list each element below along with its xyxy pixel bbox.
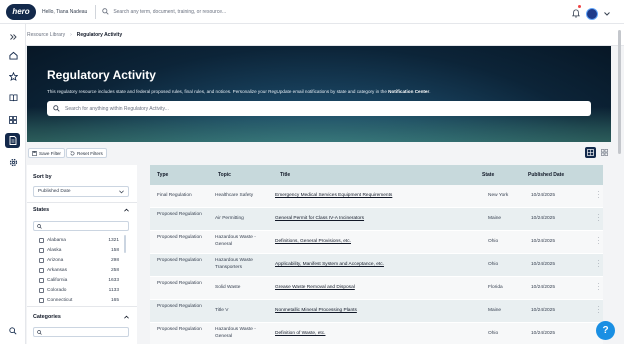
state-checkbox-item[interactable]: Arkansas 258 bbox=[39, 266, 119, 274]
categories-label: Categories bbox=[33, 314, 61, 320]
regulation-title-link[interactable]: General Permit for Class IV-A Incinerato… bbox=[275, 216, 364, 223]
breadcrumb-current: Regulatory Activity bbox=[76, 31, 123, 38]
results-table: Type Topic Title State Published Date Fi… bbox=[150, 165, 603, 344]
regulatory-search-placeholder: Search for anything within Regulatory Ac… bbox=[65, 105, 169, 112]
table-row[interactable]: Proposed Regulation Solid Waste Grease W… bbox=[150, 277, 603, 300]
gear-icon[interactable] bbox=[7, 156, 19, 168]
notification-center-link[interactable]: Notification Center bbox=[388, 89, 429, 94]
table-row[interactable]: Proposed Regulation Title V Nonmetallic … bbox=[150, 300, 603, 323]
divider bbox=[27, 202, 137, 203]
table-view-toggle[interactable] bbox=[585, 147, 596, 158]
chevron-up-icon[interactable] bbox=[124, 315, 129, 319]
home-icon[interactable] bbox=[7, 49, 19, 61]
page-title: Regulatory Activity bbox=[47, 68, 156, 82]
table-row[interactable]: Proposed Regulation Air Permitting Gener… bbox=[150, 208, 603, 231]
page-scrollbar[interactable] bbox=[618, 30, 621, 154]
header-divider bbox=[95, 4, 97, 19]
save-filter-button[interactable]: Save Filter bbox=[28, 148, 65, 158]
notifications-icon[interactable] bbox=[572, 5, 581, 23]
categories-search-input[interactable] bbox=[33, 327, 129, 337]
search-icon bbox=[102, 8, 109, 15]
state-checkbox-item[interactable]: Alabama 1321 bbox=[39, 236, 119, 244]
reset-filters-button[interactable]: Reset Filters bbox=[66, 148, 107, 158]
search-icon[interactable] bbox=[7, 325, 19, 337]
regulation-title-link[interactable]: Emergency Medical Services Equipment Req… bbox=[275, 193, 392, 200]
column-header-topic[interactable]: Topic bbox=[218, 172, 231, 178]
states-label: States bbox=[33, 207, 50, 213]
state-checkbox-item[interactable]: Colorado 1133 bbox=[39, 286, 119, 294]
table-row[interactable]: Final Regulation Healthcare Safety Emerg… bbox=[150, 185, 603, 208]
card-view-toggle[interactable] bbox=[599, 147, 610, 158]
column-header-state[interactable]: State bbox=[482, 172, 494, 178]
regulation-title-link[interactable]: Grease Waste Removal and Disposal bbox=[275, 285, 355, 292]
filter-panel: Sort by Published Date States Alabama 132… bbox=[27, 165, 137, 344]
column-header-published-date[interactable]: Published Date bbox=[528, 172, 564, 178]
row-actions-icon[interactable]: ··· bbox=[597, 281, 600, 293]
regulation-title-link[interactable]: Definitions, General Provisions, etc. bbox=[275, 239, 351, 246]
left-sidebar bbox=[0, 24, 26, 344]
breadcrumb: Resource Library › Regulatory Activity bbox=[26, 24, 624, 46]
states-scrollbar[interactable] bbox=[124, 235, 126, 253]
state-checkbox-item[interactable]: Alaska 158 bbox=[39, 246, 119, 254]
state-checkbox-item[interactable]: Arizona 298 bbox=[39, 256, 119, 264]
global-search[interactable]: Search any term, document, training, or … bbox=[102, 8, 226, 15]
checkbox[interactable] bbox=[39, 257, 44, 263]
search-icon bbox=[53, 105, 60, 112]
row-actions-icon[interactable]: ··· bbox=[597, 304, 600, 316]
column-header-title[interactable]: Title bbox=[280, 172, 290, 178]
table-row[interactable]: Proposed Regulation Hazardous Waste - Ge… bbox=[150, 323, 603, 344]
table-view-icon bbox=[587, 149, 594, 156]
save-icon bbox=[32, 150, 37, 156]
page-subtitle: This regulatory resource includes state … bbox=[47, 89, 431, 94]
chevron-right-icon: › bbox=[70, 31, 72, 38]
checkbox[interactable] bbox=[39, 267, 44, 273]
chevron-up-icon[interactable] bbox=[124, 208, 129, 212]
table-row[interactable]: Proposed Regulation Hazardous Waste - Ge… bbox=[150, 231, 603, 254]
state-checkbox-item[interactable]: California 1633 bbox=[39, 276, 119, 284]
grid-icon[interactable] bbox=[7, 114, 19, 126]
grid-view-icon bbox=[601, 149, 608, 156]
row-actions-icon[interactable]: ··· bbox=[597, 189, 600, 201]
star-icon[interactable] bbox=[7, 70, 19, 82]
checkbox[interactable] bbox=[39, 287, 44, 293]
regulatory-search-input[interactable]: Search for anything within Regulatory Ac… bbox=[47, 101, 591, 116]
user-avatar[interactable] bbox=[586, 8, 598, 20]
reset-icon bbox=[70, 150, 75, 155]
checkbox[interactable] bbox=[39, 297, 44, 303]
greeting: Hello, Tiana Nadeau bbox=[42, 8, 88, 15]
hero-logo[interactable]: hero bbox=[6, 3, 36, 20]
sort-by-value: Published Date bbox=[38, 189, 71, 194]
regulatory-document-icon[interactable] bbox=[5, 133, 20, 148]
chevron-down-icon[interactable] bbox=[604, 12, 610, 16]
row-actions-icon[interactable]: ··· bbox=[597, 258, 600, 270]
breadcrumb-resource-library[interactable]: Resource Library bbox=[27, 32, 65, 38]
checkbox[interactable] bbox=[39, 247, 44, 253]
column-header-type[interactable]: Type bbox=[157, 172, 168, 178]
states-search-input[interactable] bbox=[33, 221, 129, 231]
hero-banner: Regulatory Activity This regulatory reso… bbox=[27, 46, 611, 142]
row-actions-icon[interactable]: ··· bbox=[597, 235, 600, 247]
divider bbox=[27, 306, 137, 307]
table-header: Type Topic Title State Published Date bbox=[150, 165, 603, 185]
chevron-down-icon bbox=[119, 190, 124, 194]
global-search-placeholder: Search any term, document, training, or … bbox=[113, 8, 227, 15]
search-icon bbox=[37, 329, 42, 335]
help-button[interactable]: ? bbox=[596, 321, 615, 340]
state-checkbox-item[interactable]: Connecticut 165 bbox=[39, 296, 119, 304]
expand-sidebar-icon[interactable] bbox=[7, 31, 19, 43]
sort-by-select[interactable]: Published Date bbox=[33, 186, 129, 197]
table-row[interactable]: Proposed Regulation Hazardous Waste Tran… bbox=[150, 254, 603, 277]
notification-badge bbox=[578, 5, 581, 8]
regulation-title-link[interactable]: Nonmetallic Mineral Processing Plants bbox=[275, 308, 357, 315]
book-icon[interactable] bbox=[7, 92, 19, 104]
checkbox[interactable] bbox=[39, 237, 44, 243]
checkbox[interactable] bbox=[39, 277, 44, 283]
row-actions-icon[interactable]: ··· bbox=[597, 212, 600, 224]
search-icon bbox=[37, 223, 42, 229]
sort-by-label: Sort by bbox=[33, 174, 52, 180]
regulation-title-link[interactable]: Definition of Waste, etc. bbox=[275, 331, 325, 338]
top-header: hero Hello, Tiana Nadeau Search any term… bbox=[0, 0, 624, 24]
regulation-title-link[interactable]: Applicability, Manifest System and Accep… bbox=[275, 262, 384, 269]
